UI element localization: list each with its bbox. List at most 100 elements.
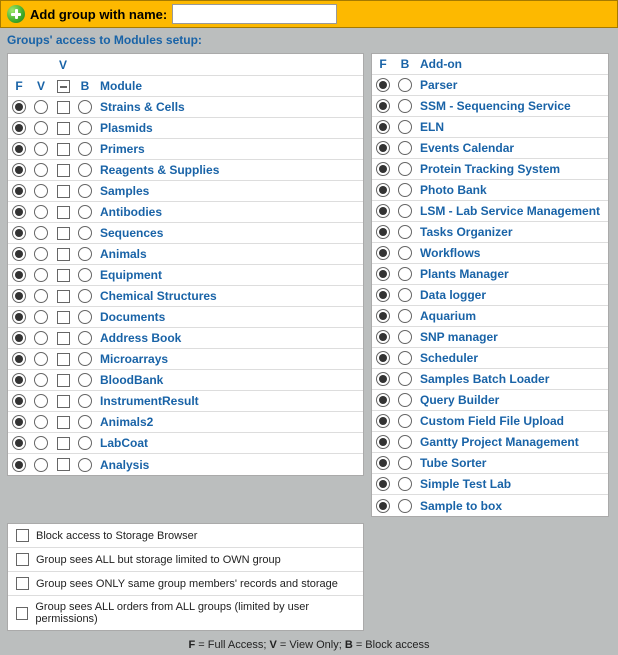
addon-full-radio[interactable]	[376, 351, 390, 365]
addon-link[interactable]: SNP manager	[420, 330, 498, 344]
module-view-checkbox[interactable]	[57, 311, 70, 324]
addon-block-radio[interactable]	[398, 141, 412, 155]
addon-link[interactable]: LSM - Lab Service Management	[420, 204, 600, 218]
header-module[interactable]: Module	[100, 79, 142, 93]
module-view-checkbox[interactable]	[57, 269, 70, 282]
module-link[interactable]: Chemical Structures	[100, 289, 217, 303]
addon-block-radio[interactable]	[398, 477, 412, 491]
module-block-radio[interactable]	[78, 310, 92, 324]
module-view-radio[interactable]	[34, 121, 48, 135]
module-link[interactable]: Sequences	[100, 226, 163, 240]
module-block-radio[interactable]	[78, 458, 92, 472]
module-view-radio[interactable]	[34, 436, 48, 450]
module-block-radio[interactable]	[78, 415, 92, 429]
module-link[interactable]: Strains & Cells	[100, 100, 185, 114]
addon-link[interactable]: Events Calendar	[420, 141, 514, 155]
module-link[interactable]: Primers	[100, 142, 145, 156]
module-view-checkbox[interactable]	[57, 374, 70, 387]
module-link[interactable]: Analysis	[100, 458, 149, 472]
module-view-radio[interactable]	[34, 142, 48, 156]
module-full-radio[interactable]	[12, 458, 26, 472]
addon-full-radio[interactable]	[376, 435, 390, 449]
module-full-radio[interactable]	[12, 394, 26, 408]
module-full-radio[interactable]	[12, 373, 26, 387]
module-link[interactable]: LabCoat	[100, 436, 148, 450]
module-block-radio[interactable]	[78, 352, 92, 366]
module-view-checkbox[interactable]	[57, 185, 70, 198]
addon-full-radio[interactable]	[376, 309, 390, 323]
module-block-radio[interactable]	[78, 289, 92, 303]
addon-full-radio[interactable]	[376, 477, 390, 491]
module-view-checkbox[interactable]	[57, 143, 70, 156]
addon-full-radio[interactable]	[376, 288, 390, 302]
addon-full-radio[interactable]	[376, 456, 390, 470]
addon-link[interactable]: ELN	[420, 120, 444, 134]
addon-link[interactable]: Scheduler	[420, 351, 478, 365]
module-full-radio[interactable]	[12, 436, 26, 450]
module-block-radio[interactable]	[78, 436, 92, 450]
addon-block-radio[interactable]	[398, 372, 412, 386]
header-v-top[interactable]: V	[59, 58, 67, 72]
module-block-radio[interactable]	[78, 268, 92, 282]
addon-link[interactable]: Query Builder	[420, 393, 499, 407]
addon-link[interactable]: SSM - Sequencing Service	[420, 99, 571, 113]
addon-block-radio[interactable]	[398, 330, 412, 344]
module-link[interactable]: BloodBank	[100, 373, 163, 387]
addon-block-radio[interactable]	[398, 78, 412, 92]
module-view-radio[interactable]	[34, 310, 48, 324]
module-view-checkbox[interactable]	[57, 395, 70, 408]
module-full-radio[interactable]	[12, 142, 26, 156]
module-block-radio[interactable]	[78, 226, 92, 240]
module-link[interactable]: InstrumentResult	[100, 394, 199, 408]
addon-block-radio[interactable]	[398, 456, 412, 470]
addon-link[interactable]: Aquarium	[420, 309, 476, 323]
module-view-checkbox[interactable]	[57, 290, 70, 303]
addon-full-radio[interactable]	[376, 393, 390, 407]
option-checkbox[interactable]	[16, 577, 29, 590]
module-view-radio[interactable]	[34, 163, 48, 177]
module-view-checkbox[interactable]	[57, 437, 70, 450]
module-full-radio[interactable]	[12, 331, 26, 345]
option-checkbox[interactable]	[16, 529, 29, 542]
module-link[interactable]: Animals2	[100, 415, 153, 429]
module-link[interactable]: Reagents & Supplies	[100, 163, 219, 177]
module-view-radio[interactable]	[34, 247, 48, 261]
addon-full-radio[interactable]	[376, 120, 390, 134]
addon-full-radio[interactable]	[376, 162, 390, 176]
addon-block-radio[interactable]	[398, 393, 412, 407]
addon-link[interactable]: Custom Field File Upload	[420, 414, 564, 428]
addon-link[interactable]: Tasks Organizer	[420, 225, 512, 239]
addon-block-radio[interactable]	[398, 288, 412, 302]
module-block-radio[interactable]	[78, 205, 92, 219]
addon-block-radio[interactable]	[398, 120, 412, 134]
addon-full-radio[interactable]	[376, 99, 390, 113]
header-addon[interactable]: Add-on	[420, 57, 462, 71]
addon-block-radio[interactable]	[398, 246, 412, 260]
module-link[interactable]: Equipment	[100, 268, 162, 282]
add-icon[interactable]	[7, 5, 25, 23]
header-f[interactable]: F	[15, 79, 22, 93]
module-full-radio[interactable]	[12, 310, 26, 324]
module-view-radio[interactable]	[34, 394, 48, 408]
addon-full-radio[interactable]	[376, 330, 390, 344]
module-view-checkbox[interactable]	[57, 227, 70, 240]
addon-link[interactable]: Protein Tracking System	[420, 162, 560, 176]
addon-full-radio[interactable]	[376, 414, 390, 428]
addon-full-radio[interactable]	[376, 78, 390, 92]
module-view-radio[interactable]	[34, 458, 48, 472]
module-view-radio[interactable]	[34, 100, 48, 114]
addon-full-radio[interactable]	[376, 499, 390, 513]
module-view-checkbox[interactable]	[57, 164, 70, 177]
module-full-radio[interactable]	[12, 268, 26, 282]
module-full-radio[interactable]	[12, 289, 26, 303]
module-full-radio[interactable]	[12, 247, 26, 261]
module-view-radio[interactable]	[34, 352, 48, 366]
module-block-radio[interactable]	[78, 163, 92, 177]
addon-link[interactable]: Parser	[420, 78, 457, 92]
module-view-radio[interactable]	[34, 373, 48, 387]
module-full-radio[interactable]	[12, 100, 26, 114]
module-link[interactable]: Documents	[100, 310, 165, 324]
addon-full-radio[interactable]	[376, 267, 390, 281]
module-full-radio[interactable]	[12, 184, 26, 198]
module-view-radio[interactable]	[34, 205, 48, 219]
